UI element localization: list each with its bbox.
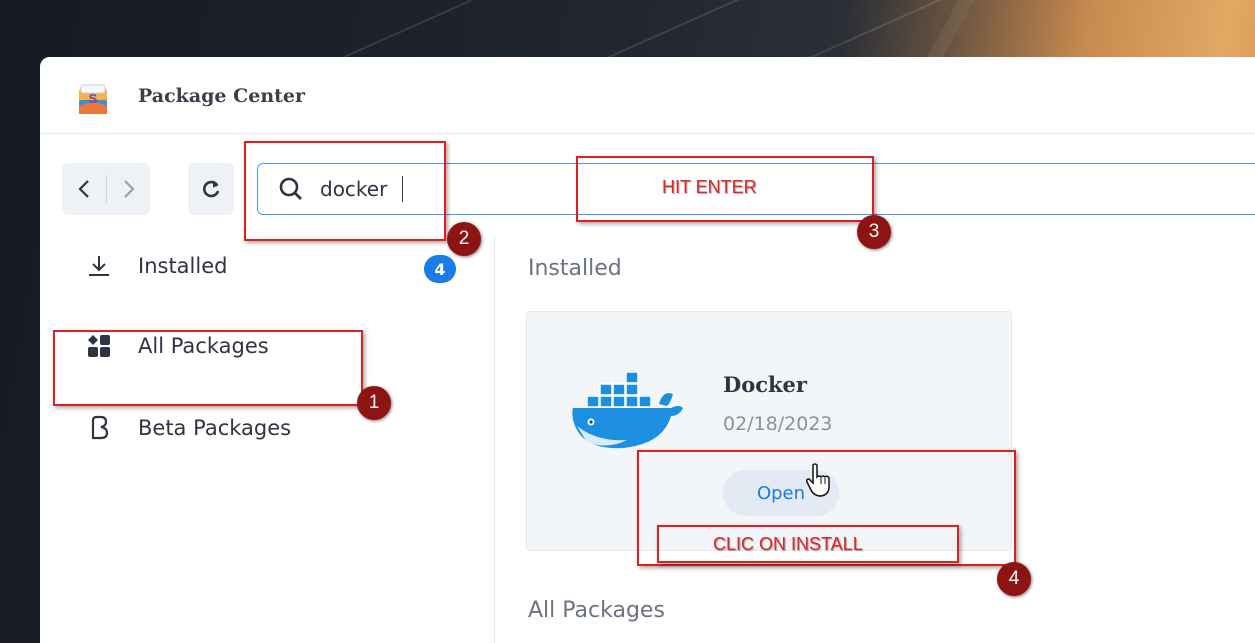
title-bar: S Package Center [40,57,1255,134]
chevron-left-icon [78,180,89,198]
sidebar-item-label: Installed [138,254,228,278]
sidebar-item-installed[interactable]: Installed 4 [40,239,494,295]
sidebar-item-label: Beta Packages [138,416,292,440]
annotation-step-1: 1 [357,386,391,420]
package-center-app-icon: S [79,84,107,114]
installed-count-badge: 4 [424,255,456,283]
annotation-step-2: 2 [447,222,481,256]
back-button[interactable] [62,163,106,215]
annotation-hit-enter-text: HIT ENTER [662,177,757,197]
annotation-clic-on-install-text: CLIC ON INSTALL [713,534,863,554]
beta-icon [91,415,109,440]
sidebar-item-beta-packages[interactable]: Beta Packages [40,401,494,457]
sidebar: Installed 4 All Packages Beta Packages [40,235,494,643]
docker-whale-logo [572,371,683,449]
installed-section-heading: Installed [528,256,622,281]
package-date: 02/18/2023 [723,413,833,435]
chevron-right-icon [124,180,135,198]
navigation-buttons [62,163,150,215]
annotation-step-3: 3 [857,215,891,249]
forward-button[interactable] [107,163,151,215]
svg-text:S: S [89,91,98,106]
download-icon [89,256,109,276]
package-name: Docker [723,372,807,397]
annotation-step-4: 4 [997,562,1031,596]
window-title: Package Center [138,85,306,107]
refresh-button[interactable] [188,163,234,215]
sidebar-divider [494,235,495,643]
annotation-box-search [244,141,446,241]
all-packages-section-heading: All Packages [528,598,665,623]
annotation-box-all-packages [53,330,363,406]
refresh-icon [203,180,220,198]
